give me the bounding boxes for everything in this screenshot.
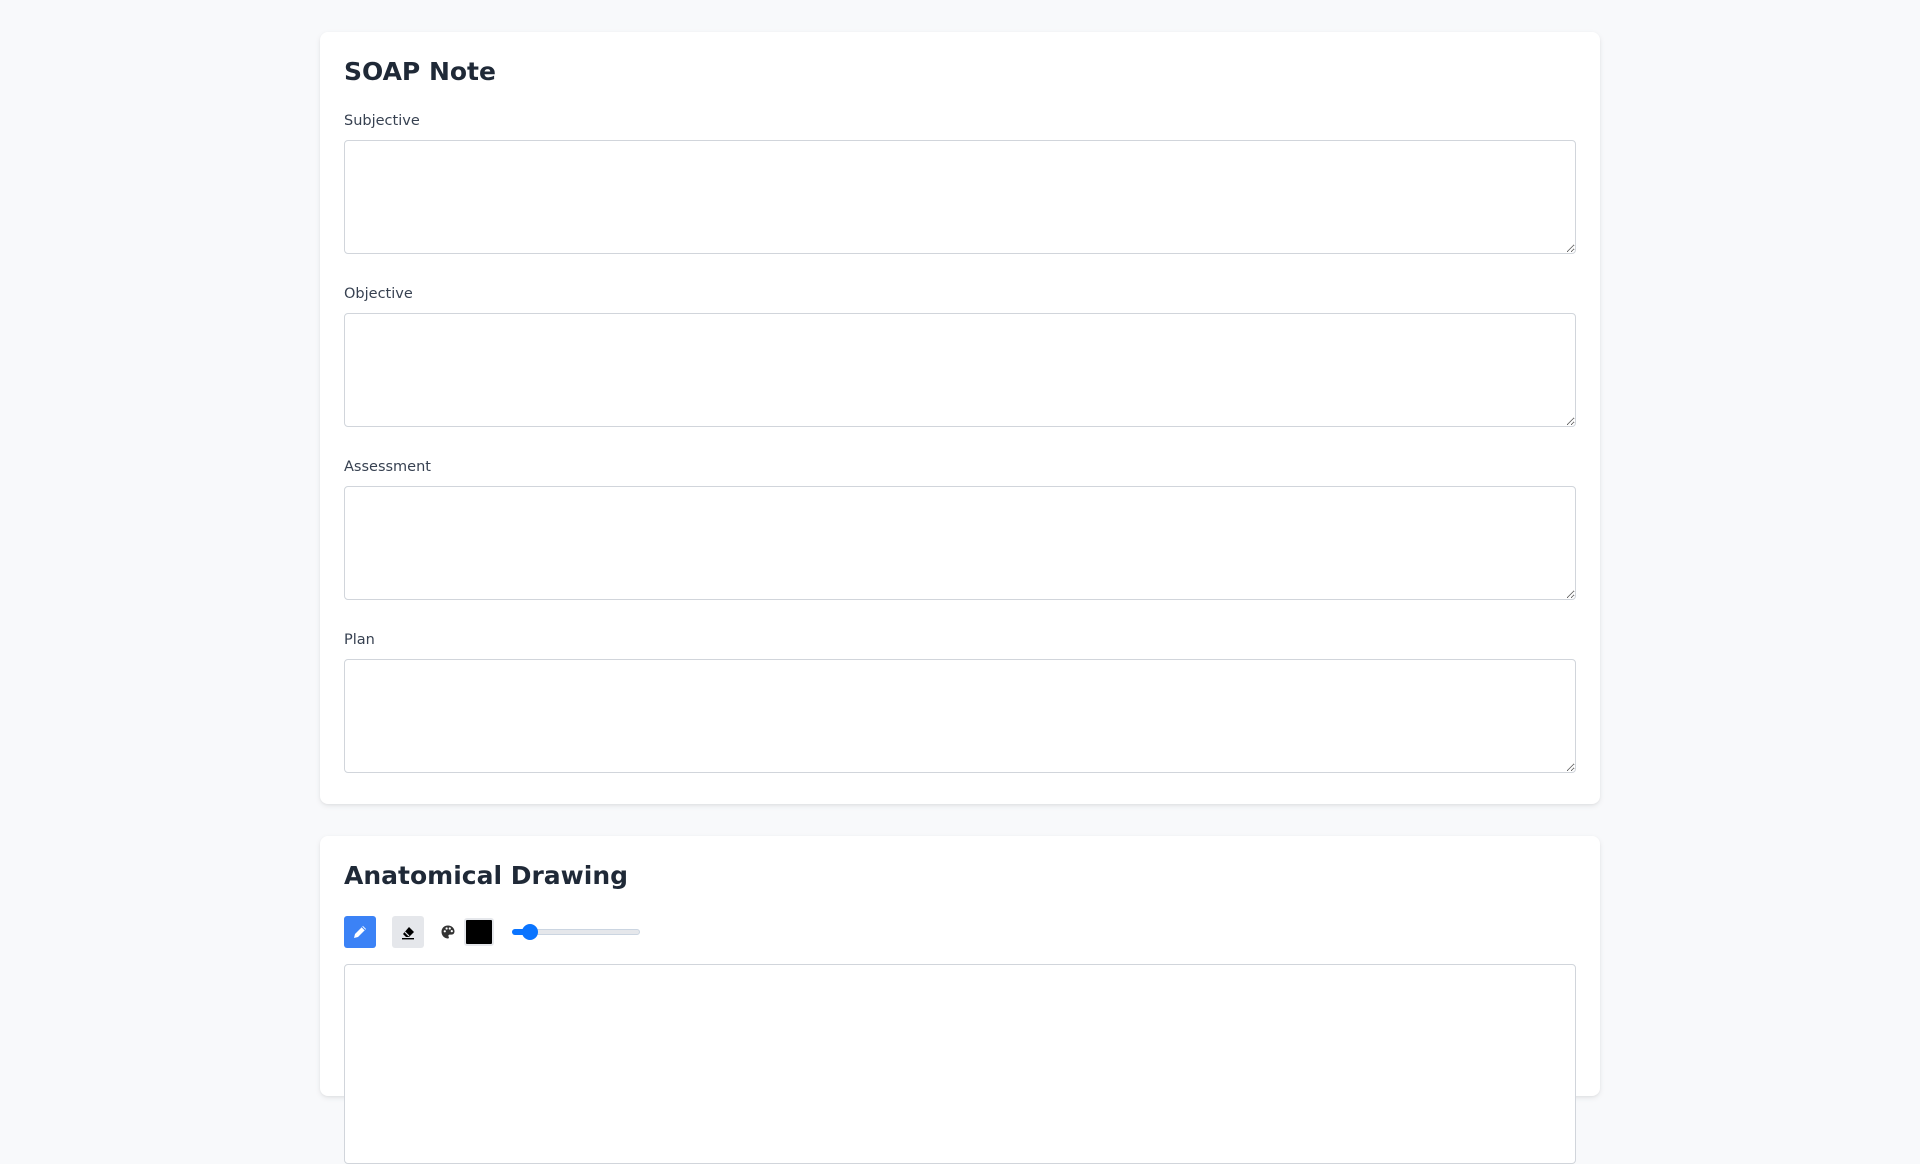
pen-tool-button[interactable] [344,916,376,948]
subjective-label: Subjective [344,113,420,129]
anatomical-drawing-title: Anatomical Drawing [344,861,629,890]
color-picker[interactable] [464,918,494,946]
objective-label: Objective [344,286,413,302]
soap-note-card: SOAP Note Subjective Objective Assessmen… [320,32,1600,804]
drawing-canvas[interactable] [344,964,1576,1164]
objective-textarea[interactable] [344,313,1576,427]
eraser-tool-button[interactable] [392,916,424,948]
plan-label: Plan [344,632,375,648]
soap-note-title: SOAP Note [344,57,496,86]
palette-icon [441,925,455,939]
pencil-icon [354,926,366,938]
subjective-textarea[interactable] [344,140,1576,254]
assessment-label: Assessment [344,459,431,475]
plan-textarea[interactable] [344,659,1576,773]
color-swatch-fill [468,922,490,942]
anatomical-drawing-card: Anatomical Drawing [320,836,1600,1164]
eraser-icon [402,927,414,940]
assessment-textarea[interactable] [344,486,1576,600]
brush-size-slider[interactable] [512,924,640,940]
slider-thumb[interactable] [522,924,539,940]
